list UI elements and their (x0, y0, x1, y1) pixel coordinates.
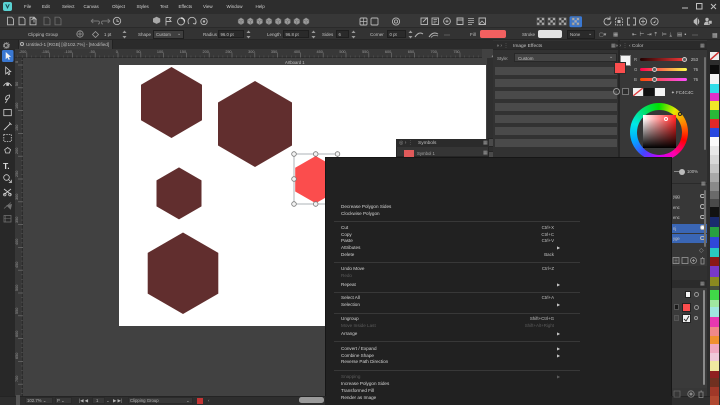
svg-text:T.: T. (3, 161, 10, 171)
